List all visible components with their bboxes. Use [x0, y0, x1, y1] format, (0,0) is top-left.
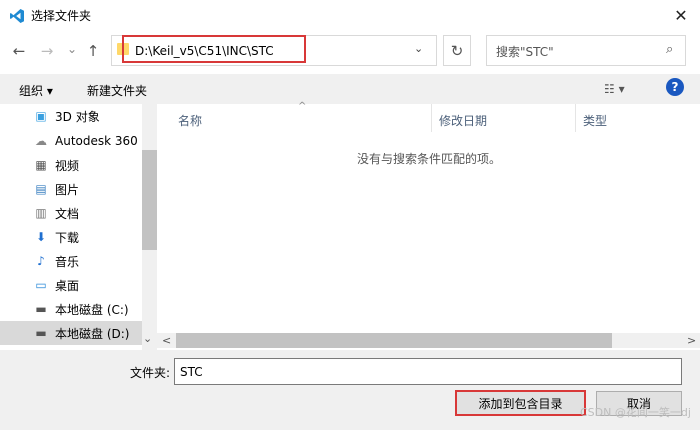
video-icon: ▦ — [35, 158, 47, 172]
sidebar-item-label: 音乐 — [55, 254, 80, 269]
forward-button[interactable]: → — [38, 42, 56, 60]
address-path[interactable]: D:\Keil_v5\C51\INC\STC — [135, 44, 274, 58]
refresh-icon: ↻ — [450, 41, 464, 60]
folder-label: 文件夹: — [130, 366, 171, 380]
help-icon[interactable]: ? — [666, 78, 684, 96]
drive-c-icon: ▬ — [35, 302, 47, 316]
organize-menu[interactable]: 组织 ▾ — [19, 82, 53, 99]
3d-objects-icon: ▣ — [35, 109, 47, 123]
drive-d-icon: ▬ — [35, 326, 47, 340]
sidebar-item-videos[interactable]: ▦ 视频 — [0, 153, 142, 177]
close-icon: ✕ — [674, 5, 688, 25]
sidebar-item-label: 3D 对象 — [55, 109, 100, 124]
search-icon[interactable]: ⌕ — [666, 42, 673, 57]
sidebar-item-downloads[interactable]: ⬇ 下载 — [0, 225, 142, 249]
title-bar — [0, 0, 700, 30]
sort-ascending-icon: ^ — [298, 101, 307, 112]
folder-name-field[interactable] — [174, 358, 682, 385]
sidebar-item-autodesk-360[interactable]: ☁ Autodesk 360 — [0, 129, 142, 153]
back-button[interactable]: ← — [10, 42, 28, 60]
sidebar-item-drive-d[interactable]: ▬ 本地磁盘 (D:) — [0, 321, 142, 345]
sidebar-item-drive-c[interactable]: ▬ 本地磁盘 (C:) — [0, 297, 142, 321]
scroll-down-icon[interactable]: ⌄ — [143, 332, 152, 345]
watermark-text: CSDN @花间一笑一dj — [580, 406, 691, 419]
close-button[interactable]: ✕ — [662, 0, 700, 30]
column-divider[interactable] — [575, 104, 576, 132]
up-button[interactable]: ↑ — [84, 42, 102, 60]
sidebar-scroll-thumb[interactable] — [142, 150, 157, 250]
horizontal-scroll-thumb[interactable] — [176, 333, 612, 348]
sidebar-item-desktop[interactable]: ▭ 桌面 — [0, 273, 142, 297]
sidebar-item-label: 桌面 — [55, 278, 80, 293]
add-to-include-dirs-button[interactable]: 添加到包含目录 — [455, 390, 586, 416]
column-header-name[interactable]: 名称 — [178, 112, 202, 129]
file-list — [157, 104, 700, 350]
sidebar-item-3d-objects[interactable]: ▣ 3D 对象 — [0, 104, 142, 128]
window-title: 选择文件夹 — [31, 9, 92, 23]
cloud-icon: ☁ — [35, 134, 47, 148]
music-icon: ♪ — [37, 254, 45, 268]
empty-folder-message: 没有与搜索条件匹配的项。 — [357, 152, 502, 166]
navigation-pane: ▣ 3D 对象 ☁ Autodesk 360 ▦ 视频 ▤ 图片 ▥ 文档 ⬇ … — [0, 104, 157, 350]
sidebar-item-label: 本地磁盘 (D:) — [55, 326, 130, 341]
sidebar-item-label: 下载 — [55, 230, 80, 245]
sidebar-item-label: 视频 — [55, 158, 80, 173]
search-placeholder: 搜索"STC" — [496, 45, 554, 59]
documents-icon: ▥ — [35, 206, 47, 220]
sidebar-item-label: Autodesk 360 — [55, 134, 138, 148]
column-header-modified[interactable]: 修改日期 — [439, 112, 487, 129]
sidebar-item-documents[interactable]: ▥ 文档 — [0, 201, 142, 225]
new-folder-button[interactable]: 新建文件夹 — [87, 82, 147, 99]
sidebar-item-label: 图片 — [55, 182, 80, 197]
recent-locations-button[interactable]: ⌄ — [63, 40, 81, 58]
sidebar-item-label: 文档 — [55, 206, 80, 221]
pictures-icon: ▤ — [35, 182, 47, 196]
desktop-icon: ▭ — [35, 278, 47, 292]
sidebar-item-music[interactable]: ♪ 音乐 — [0, 249, 142, 273]
vscode-icon — [10, 9, 24, 23]
sidebar-item-label: 本地磁盘 (C:) — [55, 302, 129, 317]
column-header-type[interactable]: 类型 — [583, 112, 607, 129]
sidebar-item-pictures[interactable]: ▤ 图片 — [0, 177, 142, 201]
column-divider[interactable] — [431, 104, 432, 132]
address-dropdown-icon[interactable]: ⌄ — [414, 42, 423, 55]
refresh-button[interactable]: ↻ — [443, 35, 471, 66]
scroll-right-icon[interactable]: > — [687, 334, 696, 347]
scroll-left-icon[interactable]: < — [162, 334, 171, 347]
download-icon: ⬇ — [35, 230, 47, 244]
view-options-icon[interactable]: ☷ ▾ — [604, 82, 625, 96]
